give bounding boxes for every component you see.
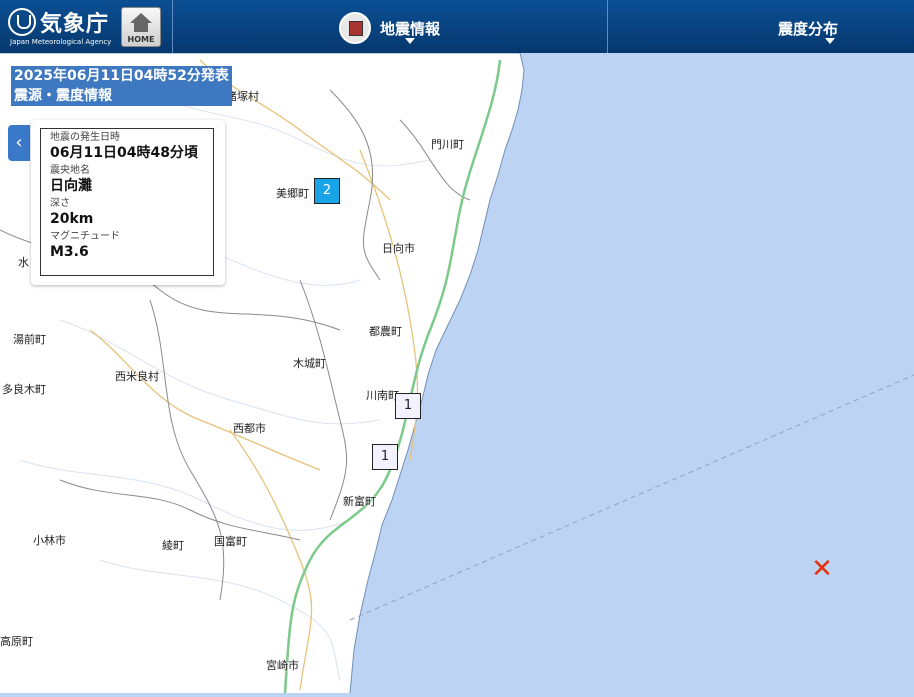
- issued-banner: 2025年06月11日04時52分発表 震源・震度情報: [11, 66, 232, 106]
- menu-earthquake-info[interactable]: 地震情報: [375, 0, 445, 53]
- depth-value: 20km: [50, 211, 94, 227]
- earthquake-info-panel: 地震の発生日時 06月11日04時48分頃 震央地名 日向灘 深さ 20km マ…: [31, 120, 225, 285]
- place-label: 西米良村: [115, 370, 159, 383]
- intensity-marker[interactable]: 2: [314, 178, 340, 204]
- place-label: 高原町: [0, 635, 33, 648]
- earthquake-info-icon: [339, 12, 371, 44]
- place-label: 日向市: [382, 242, 415, 255]
- home-icon: [130, 13, 152, 23]
- home-button[interactable]: HOME: [121, 7, 161, 47]
- issued-type: 震源・震度情報: [14, 88, 112, 104]
- jma-emblem-icon: [8, 8, 36, 36]
- chevron-down-icon: [405, 38, 415, 44]
- epicenter-x-icon[interactable]: ✕: [810, 556, 834, 582]
- place-label: 木城町: [293, 357, 326, 370]
- place-label: 水: [18, 256, 29, 269]
- magnitude-value: M3.6: [50, 244, 89, 260]
- depth-label: 深さ: [50, 198, 70, 209]
- intensity-marker[interactable]: 1: [372, 444, 398, 470]
- place-label: 国富町: [214, 535, 247, 548]
- logo-subtitle: Japan Meteorological Agency: [10, 38, 112, 46]
- place-label: 湯前町: [13, 333, 46, 346]
- place-label: 宮崎市: [266, 659, 299, 672]
- place-label-title: 震央地名: [50, 165, 90, 176]
- place-label: 綾町: [162, 539, 184, 552]
- place-label: 美郷町: [276, 187, 309, 200]
- intensity-marker[interactable]: 1: [395, 393, 421, 419]
- logo-name: 気象庁: [40, 12, 110, 37]
- time-value: 06月11日04時48分頃: [50, 145, 198, 161]
- place-label: 都農町: [369, 325, 402, 338]
- jma-logo[interactable]: 気象庁 Japan Meteorological Agency: [8, 6, 118, 48]
- collapse-panel-button[interactable]: ‹: [8, 125, 30, 161]
- header-bar: 気象庁 Japan Meteorological Agency HOME 地震情…: [0, 0, 914, 53]
- time-label: 地震の発生日時: [50, 132, 120, 143]
- place-label: 多良木町: [2, 383, 46, 396]
- place-label: 西都市: [233, 422, 266, 435]
- magnitude-label: マグニチュード: [50, 231, 120, 242]
- place-value: 日向灘: [50, 178, 92, 194]
- place-label: 門川町: [431, 138, 464, 151]
- menu-intensity-distribution[interactable]: 震度分布: [608, 0, 914, 53]
- chevron-left-icon: ‹: [15, 132, 23, 153]
- chevron-down-icon: [825, 38, 835, 44]
- place-label: 新富町: [343, 495, 376, 508]
- home-label: HOME: [127, 35, 155, 44]
- place-label: 小林市: [33, 534, 66, 547]
- issued-datetime: 2025年06月11日04時52分発表: [14, 68, 229, 84]
